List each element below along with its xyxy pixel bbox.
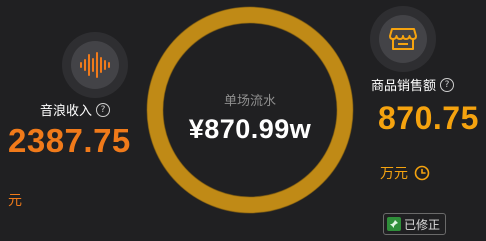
- center-metric-title: 单场流水: [223, 94, 276, 109]
- sound-income-unit: 元: [8, 193, 22, 209]
- live-stats-panel: 音浪收入 ? 2387.75 元 单场流水 ¥870.99w 商品销售额 ? 8…: [0, 0, 486, 241]
- flow-ring: [146, 6, 354, 214]
- clock-icon[interactable]: [414, 165, 430, 181]
- sound-income-label-row: 音浪收入 ?: [40, 100, 111, 119]
- sales-unit-row: 万元: [380, 163, 430, 183]
- sound-wave-icon: [80, 52, 110, 78]
- sales-value: 870.75: [378, 100, 479, 136]
- corrected-badge[interactable]: 已修正: [383, 213, 447, 235]
- sales-icon-container: [370, 6, 436, 72]
- center-metric-value: ¥870.99w: [188, 114, 312, 144]
- help-icon[interactable]: ?: [440, 77, 455, 92]
- ring-track: [147, 7, 353, 213]
- pin-icon: [387, 217, 401, 231]
- help-icon[interactable]: ?: [96, 102, 111, 117]
- sound-income-value: 2387.75: [8, 122, 131, 159]
- sales-label-row: 商品销售额 ?: [371, 75, 455, 94]
- sales-label: 商品销售额: [371, 79, 437, 94]
- shop-icon: [389, 28, 417, 50]
- sound-income-label: 音浪收入: [40, 104, 93, 119]
- sound-income-icon-container: [62, 32, 128, 98]
- sales-unit: 万元: [380, 166, 408, 182]
- corrected-badge-label: 已修正: [404, 217, 441, 232]
